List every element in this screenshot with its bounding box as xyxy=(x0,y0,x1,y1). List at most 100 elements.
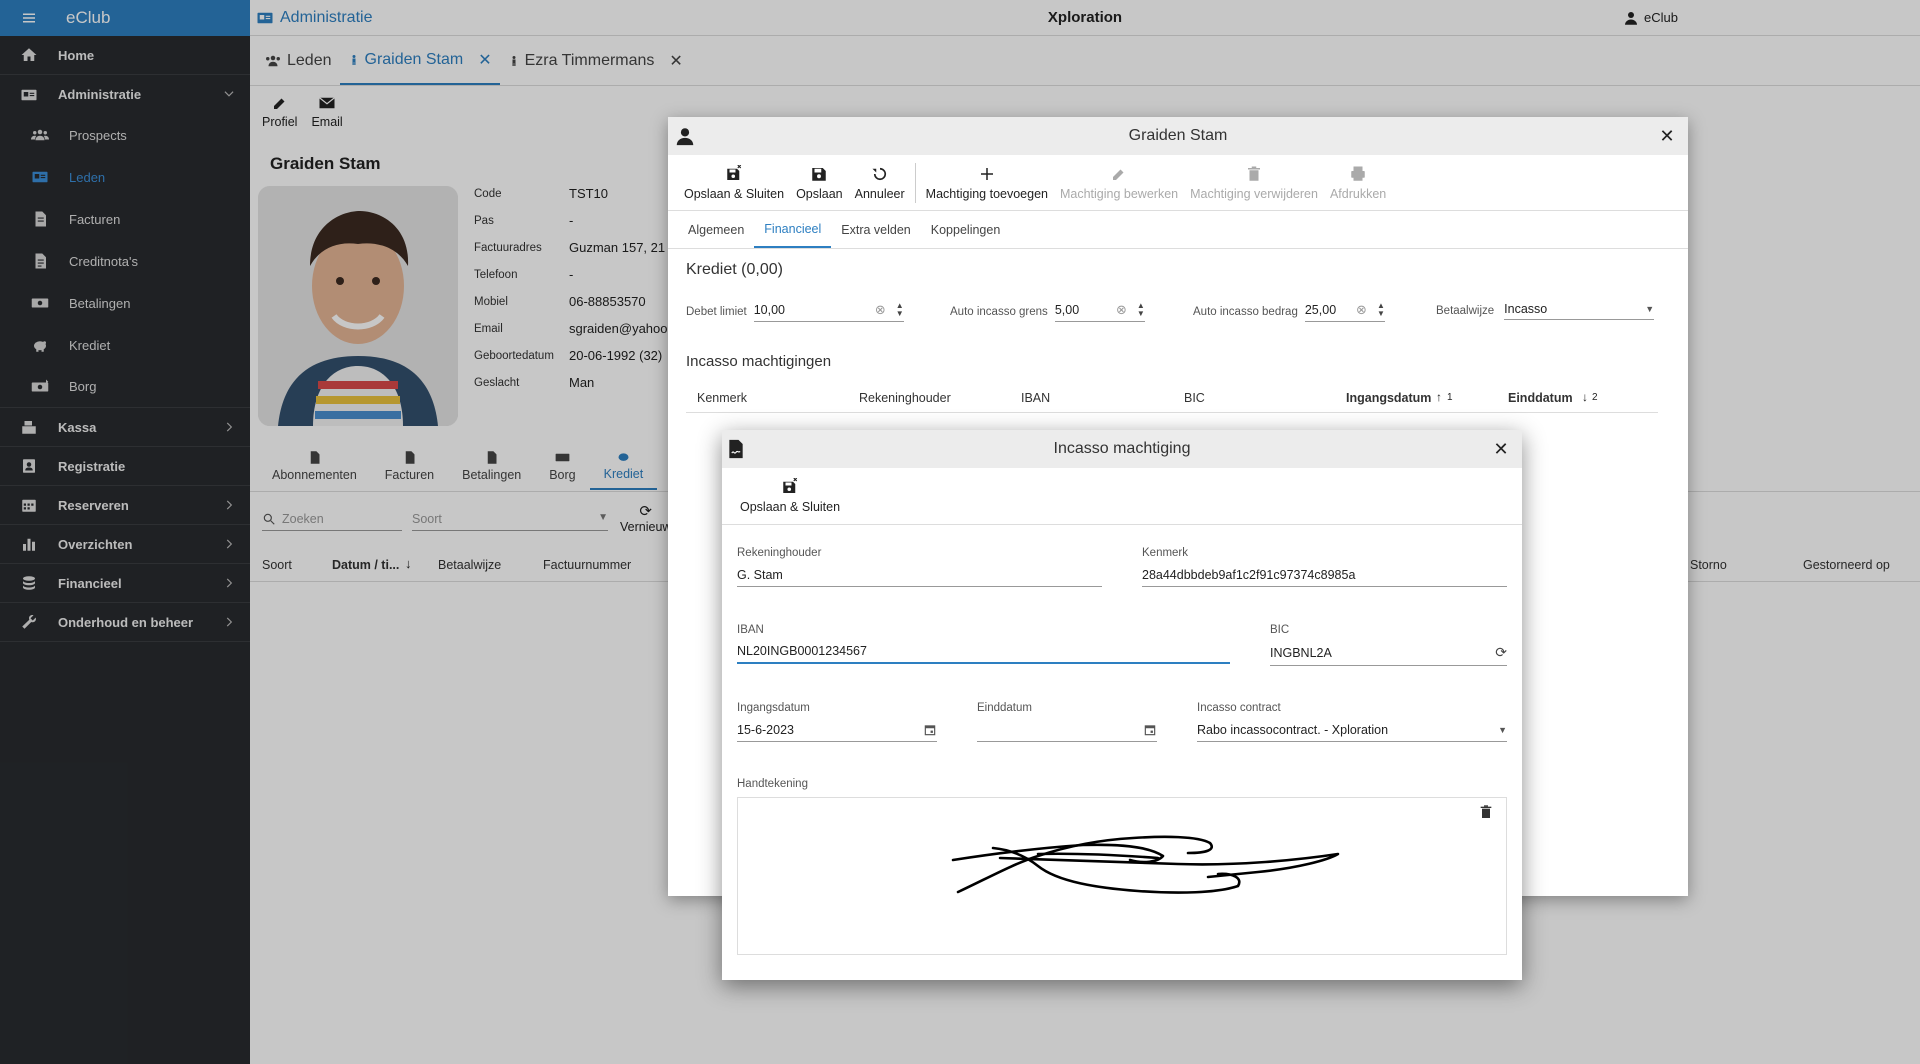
machtigingen-title: Incasso machtigingen xyxy=(686,353,832,370)
signature-drawing xyxy=(951,835,1340,894)
stepper-icon[interactable]: ▲ ▼ xyxy=(1377,302,1385,318)
kenmerk-input[interactable]: 28a44dbbdeb9af1c2f91c97374c8985a xyxy=(1142,567,1507,587)
iban-input[interactable]: NL20INGB0001234567 xyxy=(737,644,1230,664)
tab-koppelingen[interactable]: Koppelingen xyxy=(921,211,1011,248)
save-icon xyxy=(812,167,827,181)
field-value: 15-6-2023 xyxy=(737,722,794,737)
rekeninghouder-input[interactable]: G. Stam xyxy=(737,567,1102,587)
auto-incasso-grens-field: Auto incasso grens 5,00 ⊗ ▲ ▼ xyxy=(950,302,1145,322)
iban-field: IBAN NL20INGB0001234567 xyxy=(737,624,1230,664)
toolbar-label: Machtiging verwijderen xyxy=(1190,186,1318,201)
stepper-icon[interactable]: ▲ ▼ xyxy=(1137,302,1145,318)
field-value: 5,00 xyxy=(1054,303,1080,317)
einddatum-field: Einddatum xyxy=(977,702,1157,742)
field-label: Einddatum xyxy=(977,702,1032,714)
delete-mandate-button[interactable]: Machtiging verwijderen xyxy=(1184,165,1324,201)
dialog-toolbar: Opslaan & Sluiten Opslaan Annuleer Macht… xyxy=(668,155,1688,211)
print-button[interactable]: Afdrukken xyxy=(1324,165,1392,201)
save-close-button[interactable]: Opslaan & Sluiten xyxy=(678,164,790,201)
dialog-header: Graiden Stam ✕ xyxy=(668,117,1688,155)
clear-icon[interactable]: ⊗ xyxy=(875,302,886,318)
edit-mandate-button[interactable]: Machtiging bewerken xyxy=(1054,165,1184,201)
field-value: 25,00 xyxy=(1304,303,1337,317)
undo-icon xyxy=(872,167,886,180)
toolbar-label: Annuleer xyxy=(854,186,905,201)
printer-icon xyxy=(1351,166,1365,181)
refresh-icon[interactable]: ⟳ xyxy=(1495,644,1507,661)
field-label: Auto incasso grens xyxy=(950,306,1048,318)
col-einddatum[interactable]: Einddatum xyxy=(1508,391,1573,405)
field-label: Betaalwijze xyxy=(1436,305,1495,317)
field-label: Debet limiet xyxy=(686,306,747,318)
handtekening-label: Handtekening xyxy=(737,778,808,790)
field-label: Kenmerk xyxy=(1142,547,1189,559)
field-value: 10,00 xyxy=(753,303,785,317)
col-bic[interactable]: BIC xyxy=(1184,391,1205,405)
clear-icon[interactable]: ⊗ xyxy=(1356,302,1367,318)
field-value: Incasso xyxy=(1504,302,1548,316)
calendar-icon[interactable] xyxy=(1143,723,1157,737)
sort-up-icon: ↑ xyxy=(1436,390,1442,404)
toolbar-label: Opslaan xyxy=(796,186,843,201)
field-label: Incasso contract xyxy=(1197,702,1281,714)
sort-order-2: 2 xyxy=(1592,392,1598,403)
col-rekeninghouder[interactable]: Rekeninghouder xyxy=(859,391,951,405)
stepper-icon[interactable]: ▲ ▼ xyxy=(896,302,904,318)
close-dialog-icon[interactable]: ✕ xyxy=(1658,127,1676,145)
field-value: INGBNL2A xyxy=(1270,645,1332,660)
toolbar-label: Opslaan & Sluiten xyxy=(740,500,841,514)
add-mandate-button[interactable]: Machtiging toevoegen xyxy=(920,165,1054,201)
debet-limiet-input[interactable]: 10,00 ⊗ ▲ ▼ xyxy=(753,302,904,322)
toolbar-label: Opslaan & Sluiten xyxy=(684,186,785,201)
field-label: IBAN xyxy=(737,624,764,636)
col-ingangsdatum[interactable]: Ingangsdatum xyxy=(1346,391,1431,405)
field-label: Ingangsdatum xyxy=(737,702,810,714)
bic-input[interactable]: INGBNL2A ⟳ xyxy=(1270,644,1507,666)
dialog-toolbar: Opslaan & Sluiten xyxy=(722,468,1522,525)
debet-limiet-field: Debet limiet 10,00 ⊗ ▲ ▼ xyxy=(686,302,904,322)
kenmerk-field: Kenmerk 28a44dbbdeb9af1c2f91c97374c8985a xyxy=(1142,547,1507,587)
save-close-icon xyxy=(783,478,798,493)
tab-algemeen[interactable]: Algemeen xyxy=(678,211,754,248)
ingangsdatum-input[interactable]: 15-6-2023 xyxy=(737,722,937,742)
field-value: 28a44dbbdeb9af1c2f91c97374c8985a xyxy=(1142,567,1356,582)
save-close-icon xyxy=(727,164,742,180)
tab-extra-velden[interactable]: Extra velden xyxy=(831,211,920,248)
close-dialog-icon[interactable]: ✕ xyxy=(1492,440,1510,458)
bic-field: BIC INGBNL2A ⟳ xyxy=(1270,624,1507,666)
col-kenmerk[interactable]: Kenmerk xyxy=(697,391,747,405)
field-value: G. Stam xyxy=(737,567,783,582)
incasso-contract-select[interactable]: Rabo incassocontract. - Xploration ▼ xyxy=(1197,722,1507,742)
signature-pad[interactable] xyxy=(737,797,1507,955)
tab-financieel[interactable]: Financieel xyxy=(754,211,832,248)
auto-incasso-bedrag-input[interactable]: 25,00 ⊗ ▲ ▼ xyxy=(1304,302,1385,322)
field-label: Auto incasso bedrag xyxy=(1193,306,1298,318)
incasso-dialog: Incasso machtiging ✕ Opslaan & Sluiten R… xyxy=(722,430,1522,980)
caret-down-icon: ▼ xyxy=(1498,724,1507,735)
field-label: Rekeninghouder xyxy=(737,547,822,559)
rekeninghouder-field: Rekeninghouder G. Stam xyxy=(737,547,1102,587)
krediet-title: Krediet (0,00) xyxy=(686,261,783,278)
toolbar-separator xyxy=(914,162,916,203)
dialog-title: Incasso machtiging xyxy=(1053,440,1191,457)
toolbar-label: Machtiging toevoegen xyxy=(925,186,1048,201)
clear-icon[interactable]: ⊗ xyxy=(1116,302,1127,318)
calendar-icon[interactable] xyxy=(923,723,937,737)
auto-incasso-grens-input[interactable]: 5,00 ⊗ ▲ ▼ xyxy=(1054,302,1145,322)
sort-order-1: 1 xyxy=(1447,392,1453,403)
save-button[interactable]: Opslaan xyxy=(790,165,849,201)
betaalwijze-select[interactable]: Incasso ▼ xyxy=(1504,302,1655,320)
einddatum-input[interactable] xyxy=(977,722,1157,742)
cancel-button[interactable]: Annuleer xyxy=(849,165,911,201)
toolbar-label: Afdrukken xyxy=(1329,186,1387,201)
dialog-title: Graiden Stam xyxy=(1128,127,1228,144)
caret-down-icon: ▼ xyxy=(1645,304,1655,314)
betaalwijze-field: Betaalwijze Incasso ▼ xyxy=(1436,302,1655,320)
trash-icon xyxy=(1248,166,1261,181)
field-value: Rabo incassocontract. - Xploration xyxy=(1197,722,1389,737)
col-iban[interactable]: IBAN xyxy=(1021,391,1050,405)
auto-incasso-bedrag-field: Auto incasso bedrag 25,00 ⊗ ▲ ▼ xyxy=(1193,302,1385,322)
ingangsdatum-field: Ingangsdatum 15-6-2023 xyxy=(737,702,937,742)
save-close-button[interactable]: Opslaan & Sluiten xyxy=(734,478,846,514)
mandates-table-header: Kenmerk Rekeninghouder IBAN BIC Ingangsd… xyxy=(686,379,1658,413)
